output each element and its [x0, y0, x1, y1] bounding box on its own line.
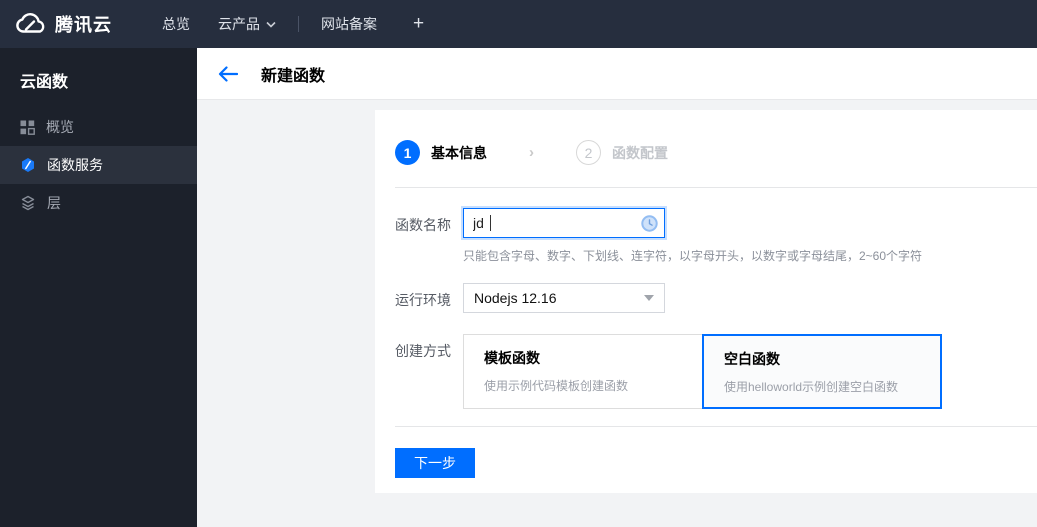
step-2-label: 函数配置 [612, 144, 668, 161]
sidebar-item-label: 层 [47, 195, 61, 211]
sidebar-item-overview[interactable]: 概览 [0, 108, 197, 146]
creation-method-options: 模板函数 使用示例代码模板创建函数 空白函数 使用helloworld示例创建空… [463, 334, 942, 409]
method-card-title: 模板函数 [484, 350, 540, 366]
step-1-label: 基本信息 [431, 144, 487, 161]
clock-status-icon [641, 215, 658, 232]
main-area: 新建函数 1 基本信息 › 2 函数配置 函数名称 jd 只能包含字母、数字、下… [197, 48, 1037, 527]
method-card-template-function[interactable]: 模板函数 使用示例代码模板创建函数 [463, 334, 703, 409]
runtime-select[interactable]: Nodejs 12.16 [463, 283, 665, 313]
runtime-row: 运行环境 Nodejs 12.16 [395, 283, 1017, 313]
method-card-desc: 使用示例代码模板创建函数 [484, 379, 629, 393]
nav-add-button[interactable]: + [403, 13, 434, 35]
step-chevron-icon: › [529, 144, 534, 161]
runtime-label: 运行环境 [395, 292, 451, 308]
nav-divider [298, 16, 299, 32]
new-function-card: 1 基本信息 › 2 函数配置 函数名称 jd 只能包含字母、数字、下划线、连字… [375, 110, 1037, 493]
nav-cloud-products[interactable]: 云产品 [204, 0, 290, 48]
function-name-label: 函数名称 [395, 217, 451, 233]
runtime-selected-value: Nodejs 12.16 [474, 290, 557, 306]
nav-icp-filing[interactable]: 网站备案 [307, 0, 391, 48]
function-name-row: 函数名称 jd 只能包含字母、数字、下划线、连字符，以字母开头，以数字或字母结尾… [395, 208, 1017, 264]
nav-overview[interactable]: 总览 [148, 0, 204, 48]
step-2-circle: 2 [576, 140, 601, 165]
step-1-circle: 1 [395, 140, 420, 165]
chevron-down-icon [266, 21, 276, 28]
page-header: 新建函数 [197, 48, 1037, 100]
grid-icon [20, 120, 35, 135]
caret-down-icon [644, 295, 654, 301]
back-arrow-icon[interactable] [218, 65, 238, 82]
method-card-title: 空白函数 [724, 351, 780, 367]
cloud-logo-icon [14, 12, 46, 36]
function-shield-icon [20, 157, 36, 173]
sidebar-item-label: 概览 [46, 119, 74, 135]
sidebar-item-label: 函数服务 [47, 157, 103, 173]
function-name-hint: 只能包含字母、数字、下划线、连字符，以字母开头，以数字或字母结尾，2~60个字符 [463, 249, 923, 263]
creation-method-row: 创建方式 模板函数 使用示例代码模板创建函数 空白函数 使用helloworld… [395, 334, 1017, 409]
content-area: 1 基本信息 › 2 函数配置 函数名称 jd 只能包含字母、数字、下划线、连字… [197, 100, 1037, 527]
layers-icon [20, 195, 36, 211]
basic-info-form: 函数名称 jd 只能包含字母、数字、下划线、连字符，以字母开头，以数字或字母结尾… [375, 188, 1037, 426]
sidebar-title: 云函数 [20, 74, 69, 91]
sidebar: 云函数 概览 函数服务 层 [0, 48, 197, 527]
next-step-button[interactable]: 下一步 [395, 448, 475, 478]
tencent-cloud-logo[interactable]: 腾讯云 [14, 11, 112, 37]
top-navigation: 总览 云产品 网站备案 + [148, 0, 434, 48]
text-cursor [490, 215, 491, 231]
brand-name: 腾讯云 [55, 15, 112, 35]
sidebar-item-function-service[interactable]: 函数服务 [0, 146, 197, 184]
step-indicator: 1 基本信息 › 2 函数配置 [375, 110, 1037, 187]
topbar: 腾讯云 总览 云产品 网站备案 + [0, 0, 1037, 48]
method-card-desc: 使用helloworld示例创建空白函数 [724, 380, 899, 394]
form-footer: 下一步 [375, 427, 1037, 495]
method-card-blank-function[interactable]: 空白函数 使用helloworld示例创建空白函数 [702, 334, 942, 409]
creation-method-label: 创建方式 [395, 343, 451, 359]
page-title: 新建函数 [261, 67, 326, 85]
sidebar-item-layers[interactable]: 层 [0, 184, 197, 222]
function-name-input[interactable] [463, 208, 665, 238]
